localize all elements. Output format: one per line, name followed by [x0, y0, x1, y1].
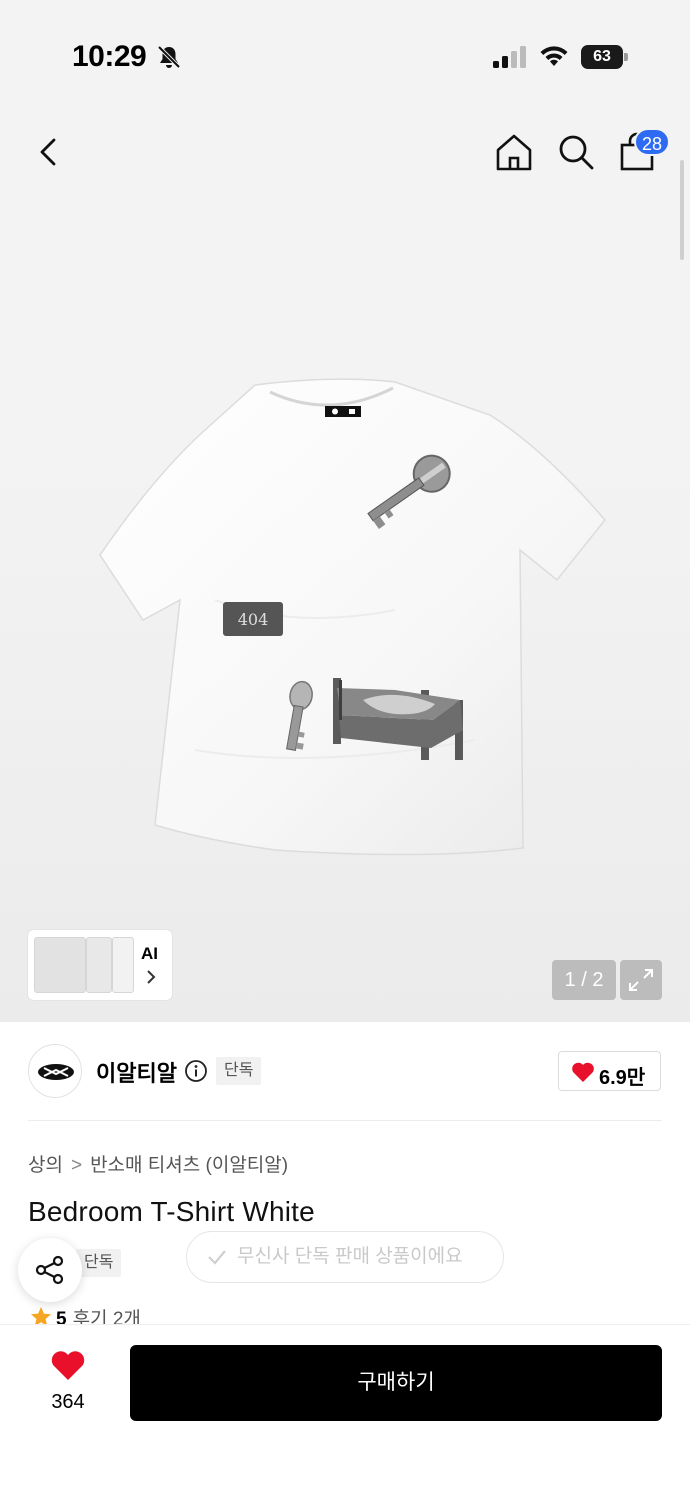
product-tshirt-image[interactable]: 404	[95, 370, 615, 860]
back-arrow-icon[interactable]	[32, 132, 68, 172]
heart-icon	[572, 1062, 594, 1082]
brand-like-count: 6.9만	[599, 1067, 646, 1089]
breadcrumb-category[interactable]: 상의	[28, 1155, 63, 1176]
star-icon	[31, 1307, 51, 1326]
thumbnail-strip[interactable]: AI	[28, 930, 172, 1000]
exclusive-toast: 무신사 단독 판매 상품이에요	[186, 1231, 504, 1283]
thumbnail-3[interactable]	[112, 937, 134, 993]
battery-icon: 63	[581, 45, 629, 69]
wifi-icon	[540, 46, 568, 66]
breadcrumb: 상의 > 반소매 티셔츠 (이알티알)	[28, 1150, 288, 1177]
info-icon[interactable]	[184, 1059, 208, 1083]
search-icon[interactable]	[556, 132, 596, 172]
cart-count-badge: 28	[634, 128, 671, 156]
share-button[interactable]	[18, 1238, 82, 1302]
section-divider	[28, 1120, 662, 1121]
bell-muted-icon	[157, 45, 181, 69]
chevron-right-icon[interactable]	[144, 968, 158, 986]
shirt-print-number: 404	[238, 610, 269, 629]
toast-text: 무신사 단독 판매 상품이에요	[237, 1246, 463, 1267]
battery-nub	[624, 53, 628, 61]
brand-name[interactable]: 이알티알	[96, 1056, 177, 1088]
expand-icon[interactable]	[620, 960, 662, 1000]
ai-suggest-label[interactable]: AI	[141, 944, 158, 964]
check-icon	[208, 1250, 226, 1265]
thumbnail-1[interactable]	[34, 937, 86, 993]
breadcrumb-separator: >	[70, 1155, 83, 1176]
battery-level: 63	[581, 45, 623, 69]
status-bar: 10:29 63	[0, 0, 690, 110]
product-image-gallery[interactable]: 10:29 63 28 404 AI 1 / 2	[0, 0, 690, 1022]
product-exclusive-tag: 단독	[76, 1249, 122, 1277]
bottom-action-bar: 364 구매하기	[0, 1324, 690, 1500]
breadcrumb-subcategory[interactable]: 반소매 티셔츠 (이알티알)	[90, 1155, 288, 1176]
product-title: Bedroom T-Shirt White	[28, 1196, 315, 1227]
home-icon[interactable]	[494, 132, 534, 172]
brand-logo[interactable]	[28, 1044, 82, 1098]
brand-exclusive-badge: 단독	[216, 1057, 262, 1085]
brand-like-button[interactable]: 6.9만	[558, 1051, 661, 1091]
status-time: 10:29	[72, 40, 147, 73]
page-scrollbar[interactable]	[680, 160, 684, 260]
wishlist-count: 364	[51, 1391, 85, 1413]
cellular-signal-icon	[493, 46, 526, 68]
image-page-indicator: 1 / 2	[552, 960, 616, 1000]
product-rating[interactable]: 5 후기 2개	[30, 1304, 141, 1326]
thumbnail-2[interactable]	[86, 937, 112, 993]
wishlist-heart-icon[interactable]	[50, 1349, 86, 1381]
share-icon	[35, 1255, 64, 1285]
buy-button[interactable]: 구매하기	[130, 1345, 662, 1421]
